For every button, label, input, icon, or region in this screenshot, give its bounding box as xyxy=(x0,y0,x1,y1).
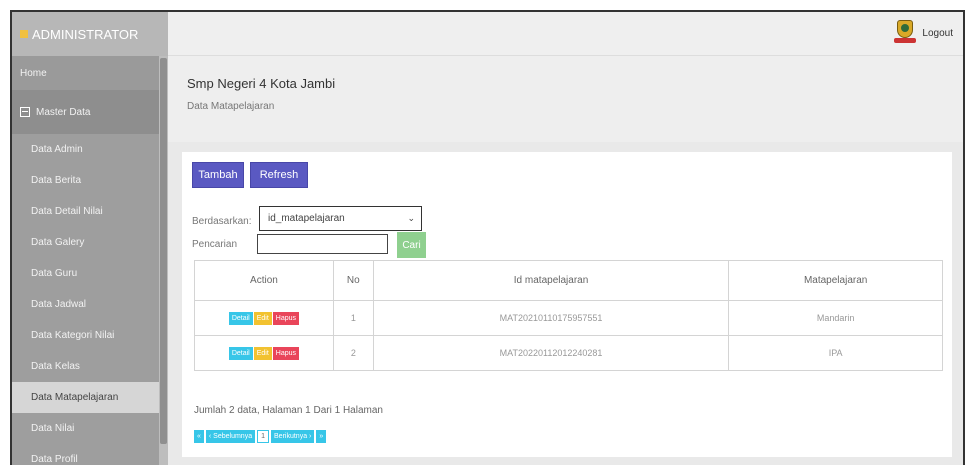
sidebar-item-label: Data Detail Nilai xyxy=(31,206,103,217)
hapus-button[interactable]: Hapus xyxy=(272,346,300,360)
page-subtitle: Data Matapelajaran xyxy=(187,101,275,112)
table-summary: Jumlah 2 data, Halaman 1 Dari 1 Halaman xyxy=(194,405,383,416)
matapelajaran-table: Action No Id matapelajaran Matapelajaran… xyxy=(194,260,943,371)
cell-no: 1 xyxy=(332,300,374,336)
content-panel: Tambah Refresh Berdasarkan: id_matapelaj… xyxy=(182,152,952,457)
pagination-current-page[interactable]: 1 xyxy=(257,430,270,443)
edit-button[interactable]: Edit xyxy=(253,311,272,325)
brand[interactable]: ADMINISTRATOR xyxy=(12,12,168,56)
sidebar-item-label: Data Kelas xyxy=(31,361,80,372)
search-label: Pencarian xyxy=(192,239,238,250)
sidebar-item-label: Data Guru xyxy=(31,268,78,279)
cell-matapelajaran: Mandarin xyxy=(728,300,943,336)
sidebar-item-data-kategori-nilai[interactable]: Data Kategori Nilai xyxy=(12,320,159,351)
sidebar-item-data-detail-nilai[interactable]: Data Detail Nilai xyxy=(12,196,159,227)
column-header-no: No xyxy=(332,260,374,301)
cell-id: MAT20210110175957551 xyxy=(372,300,730,336)
sidebar-scroll-thumb[interactable] xyxy=(160,58,167,444)
sidebar-item-data-profil[interactable]: Data Profil xyxy=(12,444,159,465)
sidebar-item-label: Data Nilai xyxy=(31,423,75,434)
sidebar-item-label: Master Data xyxy=(36,106,91,118)
action-cell: Detail Edit Hapus xyxy=(194,300,334,336)
pagination-last-button[interactable]: » xyxy=(316,430,327,443)
table-row: Detail Edit Hapus 1 MAT20210110175957551… xyxy=(194,300,943,336)
based-on-value: id_matapelajaran xyxy=(268,213,345,224)
topbar: Logout xyxy=(168,12,963,56)
brand-label: ADMINISTRATOR xyxy=(32,26,139,42)
sidebar-item-label: Data Berita xyxy=(31,175,82,186)
app-window: ADMINISTRATOR Home Master Data Data Admi… xyxy=(10,10,965,465)
sidebar-item-label: Data Admin xyxy=(31,144,83,155)
school-emblem-icon xyxy=(894,20,917,46)
hapus-button[interactable]: Hapus xyxy=(272,311,300,325)
pagination: « ‹ Sebelumnya 1 Berikutnya › » xyxy=(194,430,327,443)
sidebar-item-data-berita[interactable]: Data Berita xyxy=(12,165,159,196)
sidebar: ADMINISTRATOR Home Master Data Data Admi… xyxy=(12,12,168,465)
cell-no: 2 xyxy=(332,335,374,371)
sidebar-scrollbar[interactable] xyxy=(159,56,168,465)
brand-logo-icon xyxy=(20,30,28,38)
cell-matapelajaran: IPA xyxy=(728,335,943,371)
sidebar-item-data-kelas[interactable]: Data Kelas xyxy=(12,351,159,382)
logout-label: Logout xyxy=(922,27,953,39)
column-header-action: Action xyxy=(194,260,334,301)
column-header-matapelajaran: Matapelajaran xyxy=(728,260,943,301)
edit-button[interactable]: Edit xyxy=(253,346,272,360)
sidebar-item-master-data[interactable]: Master Data xyxy=(12,90,159,134)
detail-button[interactable]: Detail xyxy=(228,311,253,325)
table-header-row: Action No Id matapelajaran Matapelajaran xyxy=(194,260,943,301)
sidebar-item-label: Data Profil xyxy=(31,454,78,465)
logout-button[interactable]: Logout xyxy=(894,20,953,46)
sidebar-item-data-admin[interactable]: Data Admin xyxy=(12,134,159,165)
tambah-button[interactable]: Tambah xyxy=(192,162,244,188)
sidebar-item-data-jadwal[interactable]: Data Jadwal xyxy=(12,289,159,320)
table-row: Detail Edit Hapus 2 MAT20220112012240281… xyxy=(194,335,943,371)
based-on-label: Berdasarkan: xyxy=(192,216,252,227)
pagination-next-button[interactable]: Berikutnya › xyxy=(271,430,315,443)
sidebar-item-data-nilai[interactable]: Data Nilai xyxy=(12,413,159,444)
sidebar-item-label: Data Kategori Nilai xyxy=(31,330,115,341)
page-header: Smp Negeri 4 Kota Jambi Data Matapelajar… xyxy=(168,56,963,142)
action-cell: Detail Edit Hapus xyxy=(194,335,334,371)
sidebar-item-label: Data Matapelajaran xyxy=(31,392,119,403)
table-icon xyxy=(20,107,30,117)
search-input[interactable] xyxy=(257,234,388,254)
chevron-down-icon: ⌄ xyxy=(407,213,415,223)
sidebar-item-label: Data Jadwal xyxy=(31,299,87,310)
sidebar-item-label: Home xyxy=(20,67,47,79)
pagination-first-button[interactable]: « xyxy=(194,430,204,443)
cell-id: MAT20220112012240281 xyxy=(372,335,730,371)
based-on-select[interactable]: id_matapelajaran ⌄ xyxy=(259,206,422,231)
column-header-id: Id matapelajaran xyxy=(372,260,730,301)
sidebar-item-data-guru[interactable]: Data Guru xyxy=(12,258,159,289)
page-title: Smp Negeri 4 Kota Jambi xyxy=(187,76,336,91)
refresh-button[interactable]: Refresh xyxy=(250,162,308,188)
sidebar-item-data-galery[interactable]: Data Galery xyxy=(12,227,159,258)
sidebar-item-data-matapelajaran[interactable]: Data Matapelajaran xyxy=(12,382,159,413)
cari-button[interactable]: Cari xyxy=(397,232,426,258)
sidebar-item-home[interactable]: Home xyxy=(12,56,159,90)
sidebar-item-label: Data Galery xyxy=(31,237,85,248)
detail-button[interactable]: Detail xyxy=(228,346,253,360)
pagination-prev-button[interactable]: ‹ Sebelumnya xyxy=(205,430,256,443)
